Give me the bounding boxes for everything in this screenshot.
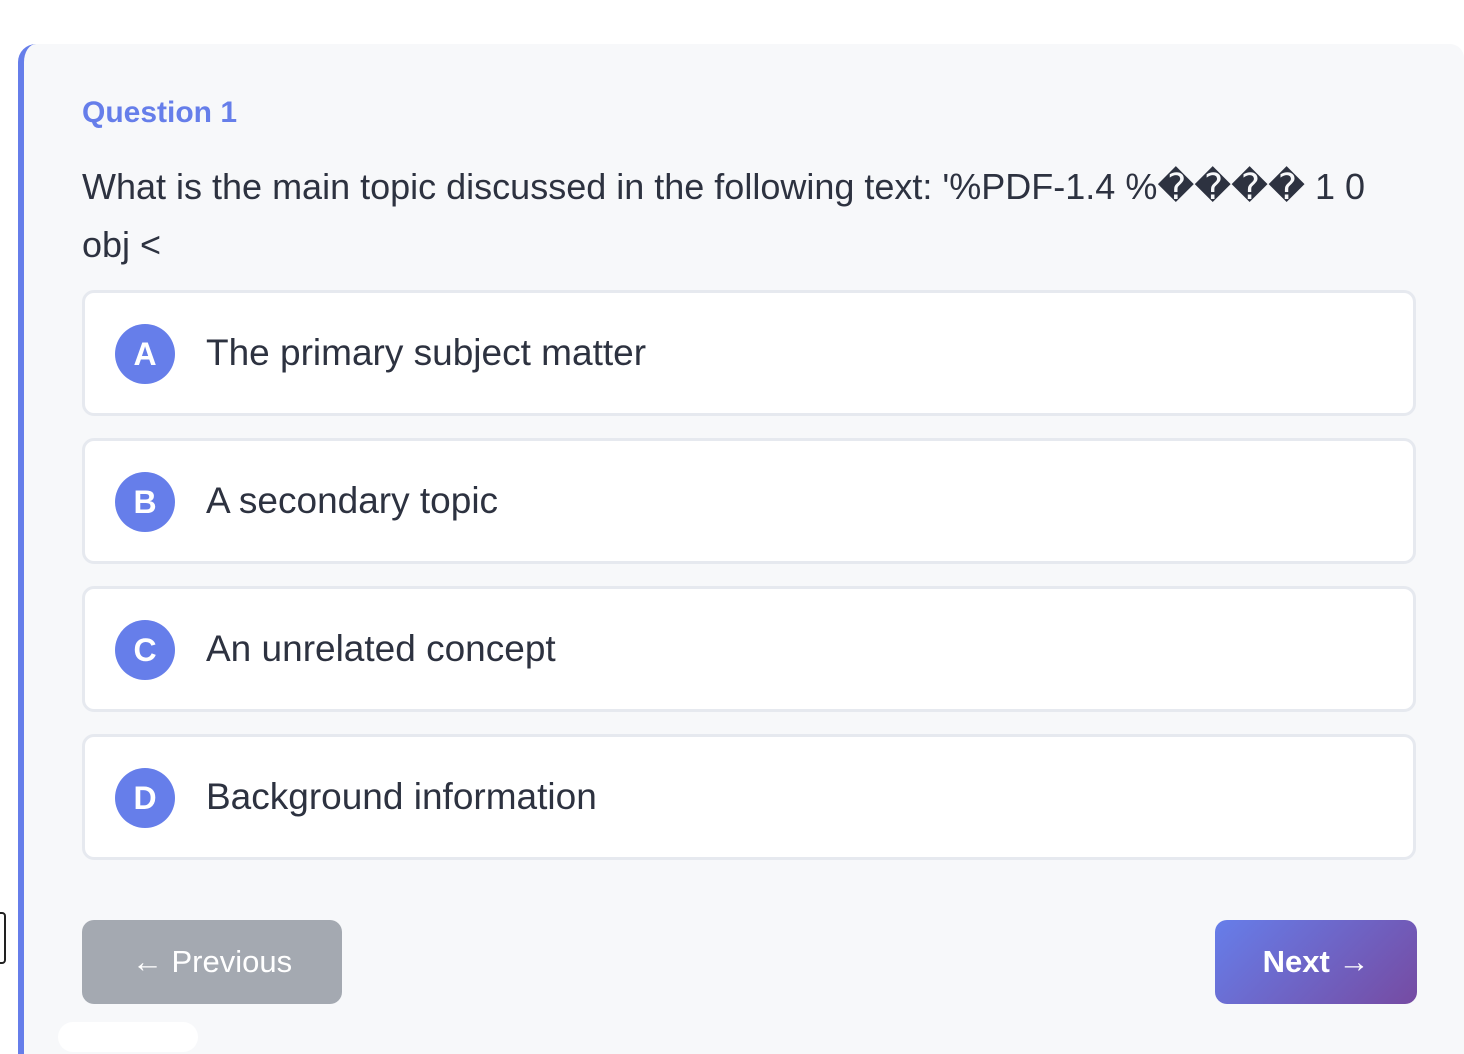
bottom-pill bbox=[58, 1022, 198, 1052]
option-c[interactable]: C An unrelated concept bbox=[82, 586, 1416, 712]
option-letter-badge: A bbox=[115, 324, 175, 384]
previous-button[interactable]: ← Previous bbox=[82, 920, 342, 1004]
question-number: Question 1 bbox=[82, 96, 238, 129]
option-label: Background information bbox=[206, 776, 597, 817]
option-d[interactable]: D Background information bbox=[82, 734, 1416, 860]
option-label: The primary subject matter bbox=[206, 332, 647, 373]
next-button[interactable]: Next → bbox=[1215, 920, 1417, 1004]
option-b[interactable]: B A secondary topic bbox=[82, 438, 1416, 564]
option-label: A secondary topic bbox=[206, 480, 499, 521]
option-label: An unrelated concept bbox=[206, 628, 556, 669]
option-letter-badge: C bbox=[115, 620, 175, 680]
edge-control bbox=[0, 912, 6, 964]
question-card: Question 1 What is the main topic discus… bbox=[18, 44, 1464, 1054]
option-a[interactable]: A The primary subject matter bbox=[82, 290, 1416, 416]
option-letter-badge: B bbox=[115, 472, 175, 532]
question-text: What is the main topic discussed in the … bbox=[82, 166, 1366, 265]
option-letter-badge: D bbox=[115, 768, 175, 828]
